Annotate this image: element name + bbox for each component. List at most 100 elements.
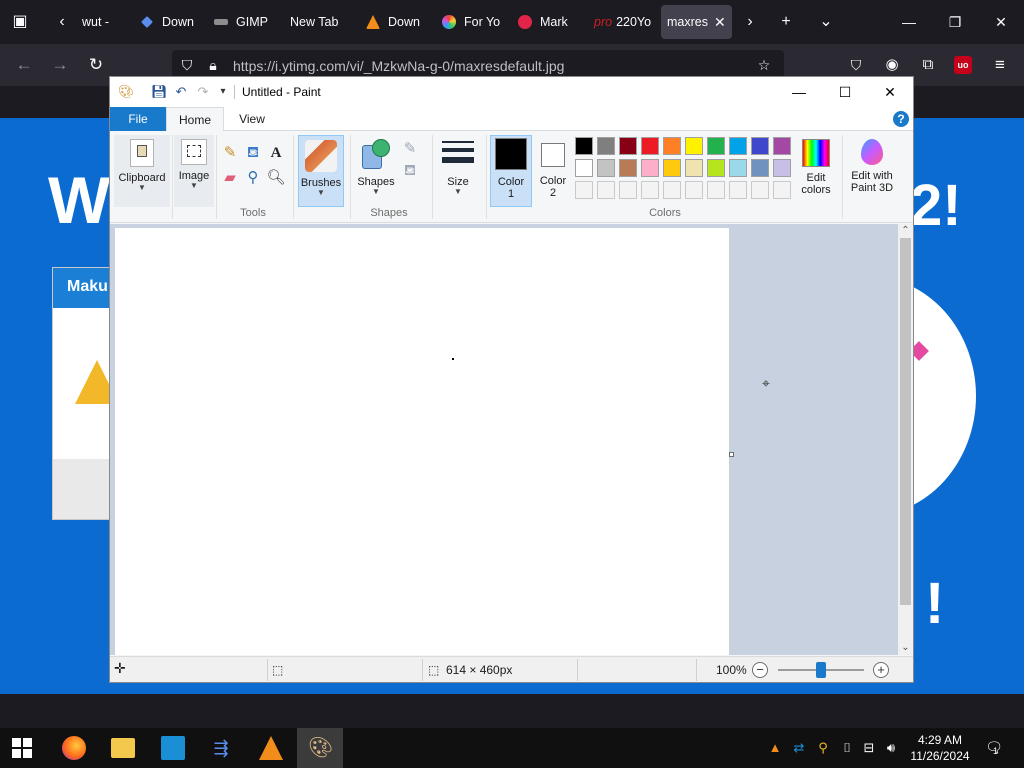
lock-icon[interactable]: 🔒︎ [204, 56, 222, 74]
save-icon[interactable]: 💾︎ [151, 84, 168, 100]
zoom-out-button[interactable]: − [752, 662, 768, 678]
back-icon[interactable]: ← [13, 54, 35, 76]
paint-minimize-icon[interactable]: — [776, 80, 822, 104]
palette-swatch[interactable] [729, 137, 747, 155]
shield-icon[interactable]: ⛉ [178, 56, 196, 74]
paint-maximize-icon[interactable]: ☐ [822, 80, 868, 104]
menu-hamburger-icon[interactable]: ≡ [989, 54, 1011, 76]
color-1-button[interactable]: Color 1 [490, 135, 532, 207]
palette-swatch-empty[interactable] [729, 181, 747, 199]
redo-icon[interactable]: ↷ [195, 84, 211, 100]
image-button[interactable]: Image ▼ [174, 135, 214, 207]
paint-close-icon[interactable]: ✕ [867, 80, 913, 104]
fill-bucket-icon[interactable]: ⛾ [243, 143, 263, 163]
scroll-thumb[interactable] [900, 238, 911, 605]
color-picker-icon[interactable]: ⚲ [243, 168, 263, 188]
palette-swatch[interactable] [707, 137, 725, 155]
remote-app-icon[interactable] [161, 736, 185, 760]
palette-swatch[interactable] [773, 159, 791, 177]
zoom-in-button[interactable]: + [873, 662, 889, 678]
zoom-slider-thumb[interactable] [816, 662, 826, 678]
palette-swatch-empty[interactable] [751, 181, 769, 199]
palette-swatch[interactable] [641, 137, 659, 155]
file-menu-tab[interactable]: File [110, 107, 166, 131]
start-windows-icon[interactable] [12, 738, 32, 758]
new-tab-icon[interactable]: + [776, 12, 796, 32]
palette-swatch-empty[interactable] [773, 181, 791, 199]
palette-swatch[interactable] [575, 137, 593, 155]
palette-swatch[interactable] [773, 137, 791, 155]
customize-quick-access-icon[interactable]: ▾ [215, 84, 231, 100]
shapes-button[interactable]: Shapes ▼ [354, 135, 398, 207]
list-all-tabs-icon[interactable]: ⌄ [816, 12, 836, 32]
palette-swatch[interactable] [619, 159, 637, 177]
outline-icon[interactable]: ✎ [400, 139, 420, 159]
tab-list-icon[interactable]: ▣ [10, 12, 30, 32]
text-tool-icon[interactable]: A [266, 143, 286, 163]
edit-colors-button[interactable]: Edit colors [796, 135, 836, 207]
edit-with-paint-3d-button[interactable]: Edit with Paint 3D [846, 135, 898, 207]
browser-tab[interactable]: wut - [76, 5, 132, 39]
close-window-icon[interactable]: ✕ [989, 10, 1013, 34]
browser-tab[interactable]: pro 220Yo [588, 5, 660, 39]
browser-tab[interactable]: Down [360, 5, 432, 39]
extensions-icon[interactable]: ⧉ [917, 54, 939, 76]
pencil-icon[interactable]: ✎ [220, 143, 240, 163]
browser-tab[interactable]: Mark [512, 5, 586, 39]
vertical-scrollbar[interactable]: ⌃ ⌄ [898, 224, 913, 655]
app-taskbar-icon[interactable]: ⇶ [209, 736, 233, 760]
palette-swatch-empty[interactable] [575, 181, 593, 199]
volume-tray-icon[interactable]: 🔊︎ [882, 739, 900, 757]
fill-icon[interactable]: ⛾ [400, 161, 420, 181]
palette-swatch[interactable] [685, 137, 703, 155]
search-tray-icon[interactable]: ⚲ [814, 739, 832, 757]
palette-swatch[interactable] [707, 159, 725, 177]
scroll-down-icon[interactable]: ⌄ [898, 641, 913, 655]
canvas-work-area[interactable]: ⌖ [110, 224, 898, 655]
browser-tab-active[interactable]: maxres ✕ [661, 5, 732, 39]
file-explorer-icon[interactable] [111, 738, 135, 758]
browser-tab[interactable]: For Yo [436, 5, 508, 39]
magnifier-icon[interactable]: 🔍︎ [266, 168, 286, 188]
home-tab[interactable]: Home [166, 107, 224, 132]
account-icon[interactable]: ◉ [881, 54, 903, 76]
palette-swatch-empty[interactable] [619, 181, 637, 199]
scroll-up-icon[interactable]: ⌃ [898, 224, 913, 238]
drawing-canvas[interactable] [115, 228, 729, 655]
remote-tray-icon[interactable]: ⇄ [790, 739, 808, 757]
firefox-taskbar-icon[interactable] [62, 736, 86, 760]
tab-scroll-left-icon[interactable]: ‹ [52, 12, 72, 32]
palette-swatch[interactable] [663, 137, 681, 155]
network-tray-icon[interactable]: ⊟ [860, 739, 878, 757]
paint-taskbar-icon[interactable]: 🎨︎ [308, 736, 333, 760]
ublock-origin-icon[interactable]: uo [954, 56, 972, 74]
vlc-taskbar-icon[interactable] [259, 736, 283, 760]
browser-tab[interactable]: Down [134, 5, 206, 39]
palette-swatch-empty[interactable] [707, 181, 725, 199]
color-2-button[interactable]: Color 2 [534, 135, 572, 207]
help-icon[interactable]: ? [893, 111, 909, 127]
url-text[interactable]: https://i.ytimg.com/vi/_MzkwNa-g-0/maxre… [233, 58, 564, 74]
close-tab-icon[interactable]: ✕ [714, 14, 726, 31]
restore-icon[interactable]: ❐ [943, 10, 967, 34]
palette-swatch[interactable] [597, 137, 615, 155]
size-button[interactable]: Size ▼ [438, 135, 478, 207]
palette-swatch[interactable] [619, 137, 637, 155]
palette-swatch-empty[interactable] [685, 181, 703, 199]
palette-swatch-empty[interactable] [663, 181, 681, 199]
forward-icon[interactable]: → [49, 54, 71, 76]
minimize-icon[interactable]: — [897, 10, 921, 34]
usb-tray-icon[interactable]: ⌷ [838, 739, 856, 757]
palette-swatch[interactable] [575, 159, 593, 177]
reload-icon[interactable]: ↻ [85, 54, 107, 76]
paint-app-icon[interactable]: 🎨︎ [118, 84, 135, 100]
eraser-icon[interactable]: ▰ [220, 168, 240, 188]
taskbar-clock[interactable]: 4:29 AM 11/26/2024 [904, 732, 976, 764]
palette-swatch[interactable] [663, 159, 681, 177]
palette-swatch-empty[interactable] [597, 181, 615, 199]
palette-swatch[interactable] [751, 159, 769, 177]
palette-swatch-empty[interactable] [641, 181, 659, 199]
browser-tab[interactable]: New Tab [282, 5, 362, 39]
browser-tab[interactable]: GIMP [208, 5, 280, 39]
bookmark-star-icon[interactable]: ☆ [755, 56, 773, 74]
